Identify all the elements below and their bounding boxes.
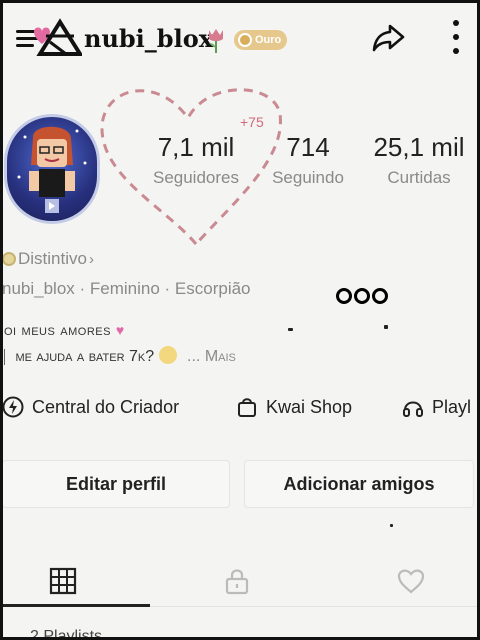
playlists-label: 2 Playlists: [30, 628, 103, 640]
kwai-shop-button[interactable]: Kwai Shop: [236, 396, 352, 418]
followers-label: Seguidores: [152, 168, 239, 187]
screen-speck: [390, 524, 393, 527]
triangle-logo-icon: [34, 18, 82, 56]
more-vertical-icon[interactable]: [446, 18, 466, 58]
playlists-row[interactable]: 2 Playlists: [0, 624, 480, 640]
playlist-button[interactable]: Playl: [402, 396, 471, 418]
following-label: Seguindo: [272, 168, 344, 187]
level-badge[interactable]: Ouro: [234, 30, 288, 50]
kwai-shop-label: Kwai Shop: [266, 396, 353, 417]
add-friends-button[interactable]: Adicionar amigos: [244, 460, 474, 508]
headphones-icon: [403, 401, 423, 417]
screen-speck: [288, 328, 293, 331]
creator-center-button[interactable]: Central do Criador: [2, 396, 179, 418]
add-friends-label: Adicionar amigos: [283, 473, 435, 494]
lightning-icon: [2, 396, 24, 418]
playlist-label: Playl: [432, 396, 472, 417]
distintivo-link[interactable]: Distintivo ›: [2, 249, 94, 269]
tulip-icon: [209, 29, 223, 53]
bio-text-2: me ajuda a bater 7k?: [15, 348, 155, 365]
grid-icon[interactable]: [48, 566, 78, 596]
chevron-right-icon: ›: [88, 250, 94, 268]
lock-icon[interactable]: [222, 566, 252, 596]
edit-profile-label: Editar perfil: [65, 473, 167, 494]
loading-dots-icon: [336, 288, 388, 304]
followers-count: 7,1 mil: [157, 132, 235, 162]
share-icon[interactable]: [370, 20, 406, 56]
followers-stat[interactable]: 7,1 mil Seguidores: [140, 130, 252, 188]
creator-center-label: Central do Criador: [32, 396, 180, 417]
screen-speck: [384, 325, 388, 329]
active-tab-indicator: [0, 604, 150, 607]
profile-header: nubi_blox Ouro: [0, 0, 480, 80]
bio-more-link[interactable]: ... Mais: [187, 348, 236, 365]
profile-info: nubi_blox · Feminino · Escorpião: [2, 279, 251, 298]
profile-tabs: [0, 556, 480, 608]
avatar-character-icon: [17, 126, 87, 213]
pink-heart-icon: ♥: [115, 322, 125, 338]
following-count: 714: [286, 132, 330, 162]
following-stat[interactable]: 714 Seguindo: [260, 130, 356, 188]
screen-frame: [0, 0, 480, 640]
likes-label: Curtidas: [387, 168, 451, 187]
bio-line-2: me ajuda a bater 7k? ... Mais: [4, 346, 236, 366]
bio-line-1: oi meus amores ♥: [4, 322, 125, 340]
likes-stat[interactable]: 25,1 mil Curtidas: [362, 130, 476, 188]
edit-profile-button[interactable]: Editar perfil: [2, 460, 230, 508]
bio-divider: [4, 348, 5, 365]
profile-username: nubi_blox: [84, 24, 214, 53]
likes-count: 25,1 mil: [373, 132, 465, 162]
badge-medal-icon: [2, 252, 16, 266]
avatar[interactable]: [4, 114, 100, 224]
distintivo-label: Distintivo: [18, 249, 87, 268]
bio-text-1: oi meus amores: [4, 322, 111, 339]
pleading-face-icon: [158, 346, 177, 364]
medal-icon: [238, 33, 252, 47]
new-followers-count: +75: [240, 114, 264, 130]
shopping-bag-icon: [238, 398, 256, 417]
heart-icon[interactable]: [396, 566, 426, 596]
level-badge-label: Ouro: [255, 34, 282, 46]
